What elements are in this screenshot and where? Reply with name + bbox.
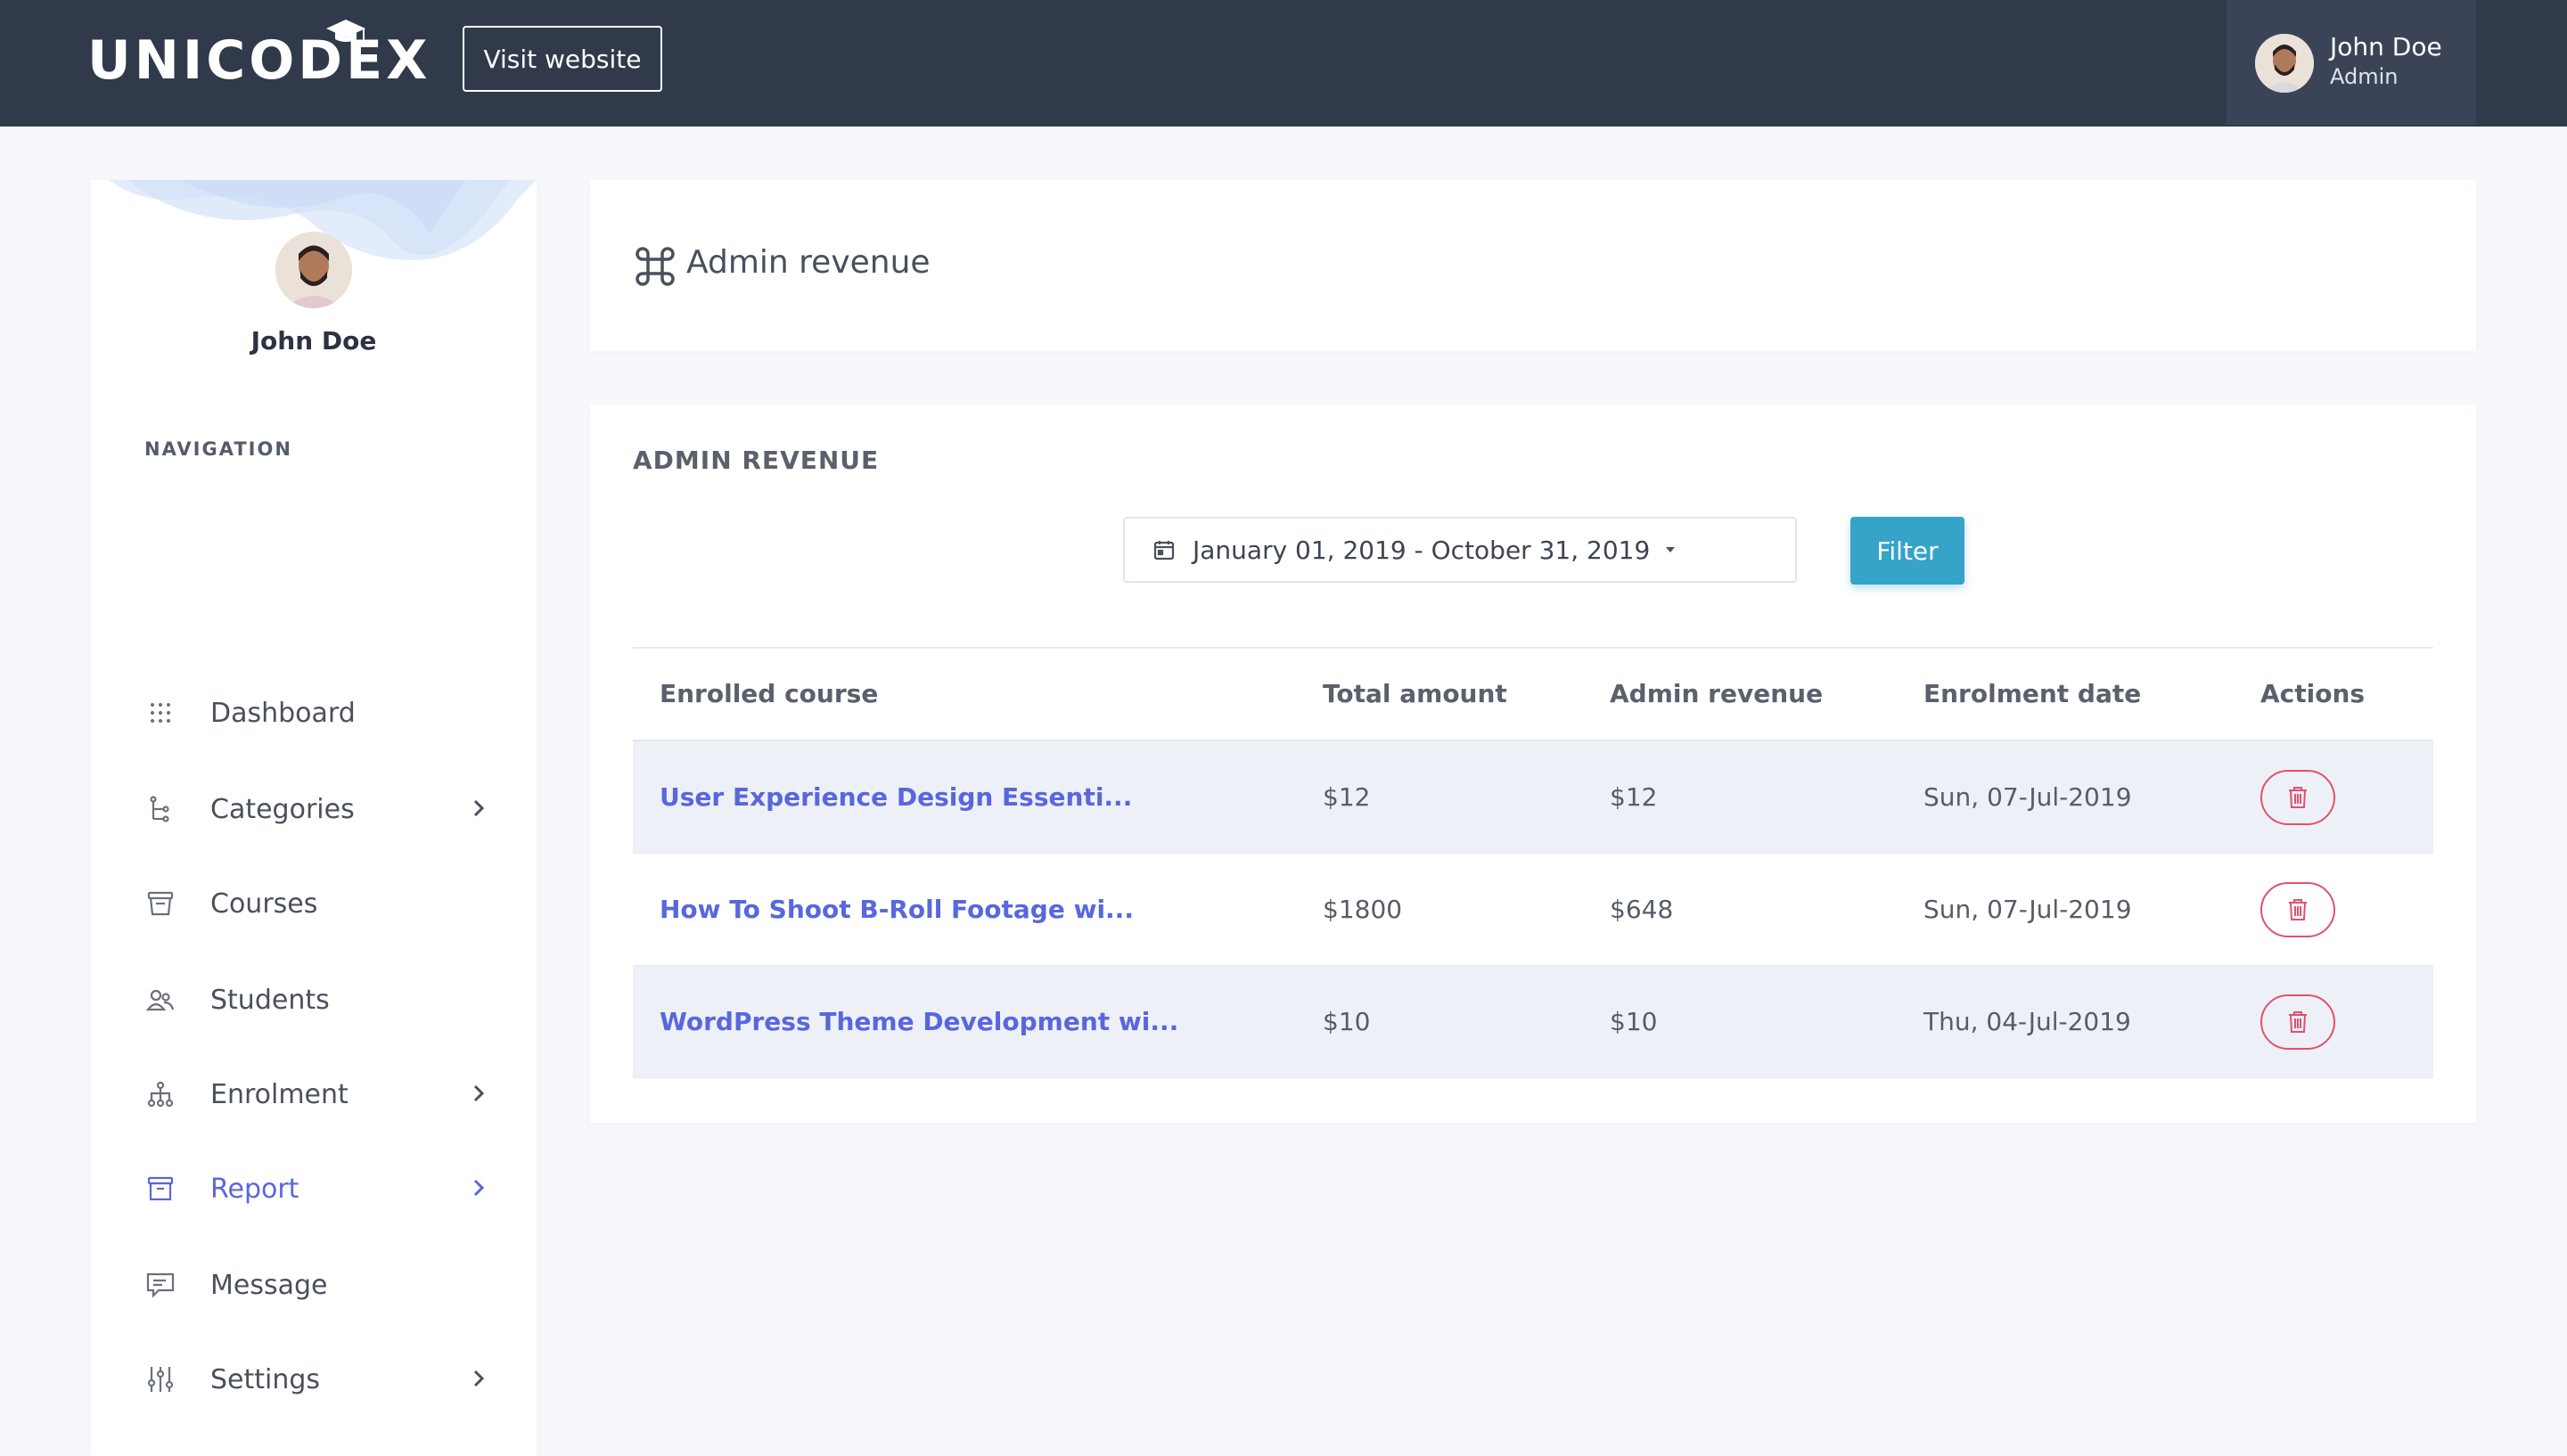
sidebar-item-categories[interactable]: Categories — [144, 782, 519, 836]
sidebar-avatar — [275, 232, 352, 308]
visit-website-button[interactable]: Visit website — [463, 26, 662, 92]
enrolment-date: Thu, 04-Jul-2019 — [1923, 1007, 2131, 1036]
sidebar-item-students[interactable]: Students — [144, 973, 519, 1027]
sidebar-item-label: Dashboard — [210, 697, 356, 729]
sidebar-user-name: John Doe — [250, 326, 377, 356]
sidebar-item-courses[interactable]: Courses — [144, 877, 519, 930]
user-menu[interactable]: John Doe Admin — [2227, 0, 2476, 125]
column-header: Enrolled course — [660, 679, 879, 708]
admin-revenue: $10 — [1610, 1007, 1658, 1036]
tree-icon — [144, 793, 176, 825]
user-role: Admin — [2330, 64, 2399, 89]
filter-button[interactable]: Filter — [1850, 517, 1964, 585]
sidebar-item-label: Enrolment — [210, 1078, 349, 1110]
trash-icon — [2289, 1011, 2307, 1033]
admin-revenue: $12 — [1610, 782, 1658, 812]
trash-icon — [2289, 787, 2307, 808]
box-icon — [144, 1173, 176, 1205]
chevron-right-icon — [473, 1084, 485, 1102]
total-amount: $10 — [1323, 1007, 1371, 1036]
column-header: Total amount — [1323, 679, 1507, 708]
sidebar-item-message[interactable]: Message — [144, 1258, 519, 1312]
section-title: ADMIN REVENUE — [633, 446, 880, 475]
trash-icon — [2289, 899, 2307, 920]
brand-logo-text: UNICODEX — [87, 29, 431, 92]
delete-button[interactable] — [2260, 882, 2335, 937]
sidebar-item-label: Report — [210, 1173, 299, 1205]
admin-revenue: $648 — [1610, 895, 1674, 924]
sidebar-item-report[interactable]: Report — [144, 1162, 519, 1215]
course-link[interactable]: How To Shoot B-Roll Footage wi... — [660, 895, 1134, 924]
grid-icon — [144, 697, 176, 729]
column-header: Admin revenue — [1610, 679, 1824, 708]
enrolment-date: Sun, 07-Jul-2019 — [1923, 895, 2132, 924]
page-header: Admin revenue — [590, 180, 2476, 351]
sidebar: John Doe NAVIGATION Dashboard Categories — [91, 180, 537, 1456]
delete-button[interactable] — [2260, 770, 2335, 825]
graduation-cap-icon — [326, 20, 365, 42]
sidebar-item-enrolment[interactable]: Enrolment — [144, 1067, 519, 1121]
chevron-right-icon — [473, 799, 485, 817]
revenue-table: Enrolled course Total amount Admin reven… — [633, 647, 2433, 1078]
command-icon — [636, 247, 675, 286]
table-row: How To Shoot B-Roll Footage wi... $1800 … — [633, 854, 2433, 966]
calendar-icon — [1153, 541, 1175, 560]
date-range-value: January 01, 2019 - October 31, 2019 — [1193, 535, 1651, 565]
page-title: Admin revenue — [686, 244, 931, 281]
chevron-right-icon — [473, 1179, 485, 1197]
table-header: Enrolled course Total amount Admin reven… — [633, 649, 2433, 741]
sidebar-item-label: Students — [210, 984, 330, 1016]
table-row: User Experience Design Essenti... $12 $1… — [633, 741, 2433, 854]
users-icon — [144, 984, 176, 1016]
column-header: Actions — [2260, 679, 2366, 708]
sidebar-item-label: Categories — [210, 793, 355, 825]
course-link[interactable]: WordPress Theme Development wi... — [660, 1007, 1178, 1036]
nav-heading: NAVIGATION — [144, 438, 292, 460]
date-range-picker[interactable]: January 01, 2019 - October 31, 2019 — [1123, 517, 1797, 583]
table-row: WordPress Theme Development wi... $10 $1… — [633, 966, 2433, 1078]
total-amount: $1800 — [1323, 895, 1403, 924]
avatar — [2255, 34, 2314, 93]
sidebar-item-label: Message — [210, 1269, 328, 1301]
sliders-icon — [144, 1363, 176, 1395]
column-header: Enrolment date — [1923, 679, 2142, 708]
brand-logo[interactable]: UNICODEX — [87, 20, 431, 87]
network-icon — [144, 1078, 176, 1110]
top-navbar: UNICODEX Visit website John Doe Admin — [0, 0, 2567, 127]
chevron-right-icon — [473, 1370, 485, 1387]
course-link[interactable]: User Experience Design Essenti... — [660, 782, 1132, 812]
enrolment-date: Sun, 07-Jul-2019 — [1923, 782, 2132, 812]
total-amount: $12 — [1323, 782, 1371, 812]
sidebar-item-settings[interactable]: Settings — [144, 1353, 519, 1406]
sidebar-item-label: Courses — [210, 888, 318, 920]
revenue-card: ADMIN REVENUE January 01, 2019 - October… — [590, 405, 2476, 1123]
user-name: John Doe — [2330, 32, 2442, 61]
caret-down-icon — [1666, 547, 1676, 552]
delete-button[interactable] — [2260, 994, 2335, 1050]
archive-icon — [144, 888, 176, 920]
chat-icon — [144, 1269, 176, 1301]
sidebar-item-dashboard[interactable]: Dashboard — [144, 686, 519, 740]
sidebar-item-label: Settings — [210, 1363, 321, 1395]
